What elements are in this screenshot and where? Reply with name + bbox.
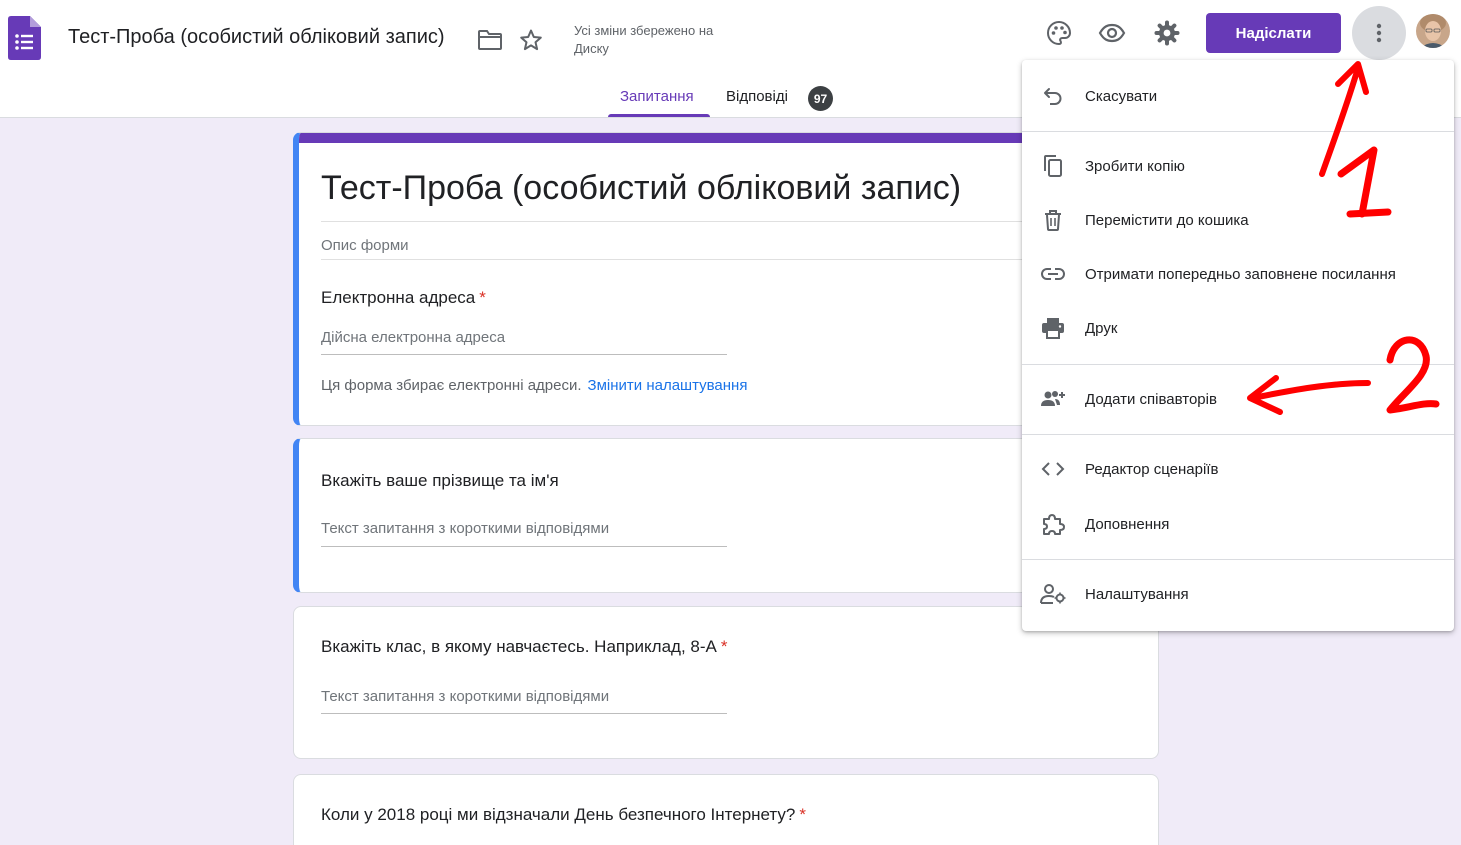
menu-item-undo[interactable]: Скасувати [1022,72,1454,120]
print-icon [1040,315,1066,341]
required-asterisk: * [479,288,486,307]
user-avatar[interactable] [1416,14,1450,48]
trash-icon [1040,207,1066,233]
more-options-menu: Скасувати Зробити копію Перемістити до к… [1022,60,1454,631]
tab-questions[interactable]: Запитання [620,88,694,105]
more-options-button[interactable] [1352,6,1406,60]
link-icon [1040,261,1066,287]
puzzle-icon [1040,511,1066,537]
menu-item-move-to-trash[interactable]: Перемістити до кошика [1022,196,1454,244]
undo-icon [1040,83,1066,109]
palette-icon[interactable] [1044,18,1074,48]
add-people-icon [1040,386,1066,412]
menu-divider [1022,434,1454,435]
star-icon[interactable] [516,25,546,55]
email-question-text: Електронна адреса [321,288,476,307]
form-title[interactable]: Тест-Проба (особистий обліковий запис) [321,169,961,208]
menu-divider [1022,131,1454,132]
menu-item-add-collaborators[interactable]: Додати співавторів [1022,375,1454,423]
question-title: Вкажіть ваше прізвище та ім'я [321,471,563,491]
menu-item-make-copy[interactable]: Зробити копію [1022,142,1454,190]
change-settings-link[interactable]: Змінити налаштування [588,377,748,394]
question-title: Вкажіть клас, в якому навчаєтесь. Наприк… [321,637,728,657]
email-note-text: Ця форма збирає електронні адреси. [321,377,582,394]
forms-app-icon[interactable] [8,16,41,60]
menu-item-add-ons[interactable]: Доповнення [1022,500,1454,548]
email-answer-placeholder: Дійсна електронна адреса [321,329,506,346]
menu-item-label: Зробити копію [1085,157,1185,175]
menu-item-label: Додати співавторів [1085,390,1217,408]
question-text: Вкажіть клас, в якому навчаєтесь. Наприк… [321,637,717,656]
menu-divider [1022,364,1454,365]
short-answer-placeholder: Текст запитання з короткими відповідями [321,688,610,705]
required-asterisk: * [799,805,806,824]
menu-item-prefilled-link[interactable]: Отримати попередньо заповнене посилання [1022,250,1454,298]
email-collection-note: Ця форма збирає електронні адреси. Змінит… [321,377,747,394]
copy-icon [1040,153,1066,179]
more-vert-icon [1376,23,1382,43]
person-settings-icon [1040,581,1066,607]
menu-item-label: Отримати попередньо заповнене посилання [1085,265,1396,283]
short-answer-line [321,546,727,547]
short-answer-placeholder: Текст запитання з короткими відповідями [321,520,610,537]
menu-item-preferences[interactable]: Налаштування [1022,570,1454,618]
menu-item-label: Доповнення [1085,515,1170,533]
document-title[interactable]: Тест-Проба (особистий обліковий запис) [68,26,445,49]
responses-count-badge: 97 [808,86,833,111]
preview-eye-icon[interactable] [1097,18,1127,48]
question-text: Вкажіть ваше прізвище та ім'я [321,471,559,490]
tab-responses[interactable]: Відповіді [726,88,788,105]
menu-item-label: Друк [1085,319,1118,337]
question-card[interactable]: Коли у 2018 році ми відзначали День безп… [293,774,1159,845]
settings-gear-icon[interactable] [1152,18,1182,48]
menu-item-print[interactable]: Друк [1022,304,1454,352]
menu-item-label: Скасувати [1085,87,1158,105]
email-answer-line [321,354,727,355]
save-status: Усі зміни збережено на Диску [574,23,714,56]
active-tab-indicator [608,114,710,117]
form-description-field[interactable]: Опис форми [321,237,409,254]
question-title: Коли у 2018 році ми відзначали День безп… [321,805,806,825]
menu-item-label: Редактор сценаріїв [1085,460,1219,478]
code-icon [1040,456,1066,482]
menu-item-label: Налаштування [1085,585,1189,603]
required-asterisk: * [720,637,728,656]
short-answer-line [321,713,727,714]
menu-divider [1022,559,1454,560]
email-question-label: Електронна адреса * [321,288,486,308]
menu-item-script-editor[interactable]: Редактор сценаріїв [1022,445,1454,493]
question-text: Коли у 2018 році ми відзначали День безп… [321,805,796,824]
menu-item-label: Перемістити до кошика [1085,211,1249,229]
send-button[interactable]: Надіслати [1206,13,1341,53]
folder-icon[interactable] [475,25,505,55]
